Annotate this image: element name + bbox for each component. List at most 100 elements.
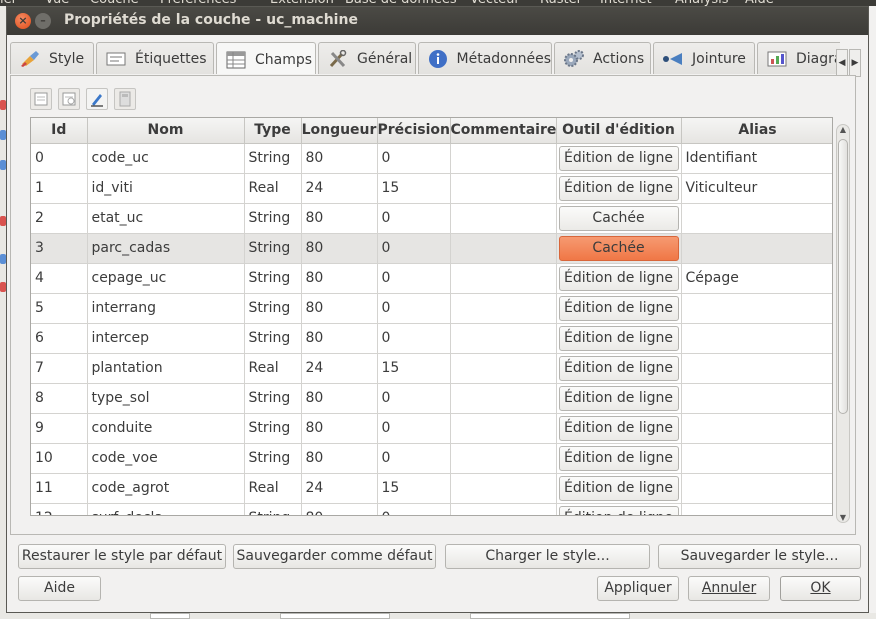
column-header-edit-widget[interactable]: Outil d'édition: [556, 118, 682, 144]
tab-style[interactable]: Style: [10, 42, 94, 74]
cell-alias[interactable]: Identifiant: [681, 143, 832, 174]
cell-precision[interactable]: 0: [377, 443, 451, 474]
column-header-name[interactable]: Nom: [87, 118, 245, 144]
cell-id[interactable]: 6: [31, 323, 88, 354]
cell-alias[interactable]: [681, 323, 832, 354]
cell-id[interactable]: 3: [31, 233, 88, 264]
cell-id[interactable]: 4: [31, 263, 88, 294]
cell-precision[interactable]: 0: [377, 383, 451, 414]
edit-widget-button[interactable]: Édition de ligne: [558, 145, 679, 171]
cell-name[interactable]: cepage_uc: [87, 263, 245, 294]
cell-alias[interactable]: [681, 413, 832, 444]
edit-widget-button[interactable]: Cachée: [558, 205, 679, 231]
cell-name[interactable]: code_voe: [87, 443, 245, 474]
cell-type[interactable]: String: [244, 443, 302, 474]
cell-length[interactable]: 80: [301, 233, 378, 264]
cell-comment[interactable]: [450, 263, 557, 294]
cell-alias[interactable]: [681, 353, 832, 384]
cell-alias[interactable]: [681, 233, 832, 264]
cell-comment[interactable]: [450, 443, 557, 474]
table-row[interactable]: 5 interrang String 80 0 Édition de ligne: [31, 293, 832, 324]
cell-precision[interactable]: 0: [377, 503, 451, 515]
cell-alias[interactable]: Cépage: [681, 263, 832, 294]
table-row[interactable]: 1 id_viti Real 24 15 Édition de ligne Viticult…: [31, 173, 832, 204]
cell-type[interactable]: String: [244, 203, 302, 234]
help-button[interactable]: Aide: [18, 576, 101, 601]
minimize-window-button[interactable]: –: [35, 13, 51, 29]
cell-type[interactable]: String: [244, 323, 302, 354]
close-window-button[interactable]: ×: [15, 13, 31, 29]
cell-comment[interactable]: [450, 413, 557, 444]
apply-button[interactable]: Appliquer: [597, 576, 679, 601]
edit-widget-button[interactable]: Édition de ligne: [558, 445, 679, 471]
edit-widget-button[interactable]: Édition de ligne: [558, 265, 679, 291]
cell-name[interactable]: surf_decla: [87, 503, 245, 515]
cell-id[interactable]: 9: [31, 413, 88, 444]
cell-precision[interactable]: 0: [377, 233, 451, 264]
cell-alias[interactable]: [681, 473, 832, 504]
cell-id[interactable]: 0: [31, 143, 88, 174]
cell-id[interactable]: 2: [31, 203, 88, 234]
cell-precision[interactable]: 0: [377, 323, 451, 354]
cell-alias[interactable]: [681, 443, 832, 474]
cell-type[interactable]: String: [244, 143, 302, 174]
cell-length[interactable]: 24: [301, 473, 378, 504]
tab-diagrams[interactable]: Diagra: [757, 42, 840, 74]
cell-type[interactable]: String: [244, 383, 302, 414]
cell-id[interactable]: 12: [31, 503, 88, 515]
table-row[interactable]: 3 parc_cadas String 80 0 Cachée: [31, 233, 832, 264]
new-field-icon[interactable]: [30, 88, 52, 110]
cell-comment[interactable]: [450, 323, 557, 354]
cell-alias[interactable]: [681, 203, 832, 234]
edit-widget-button[interactable]: Édition de ligne: [558, 295, 679, 321]
cell-id[interactable]: 7: [31, 353, 88, 384]
cell-comment[interactable]: [450, 353, 557, 384]
table-row[interactable]: 11 code_agrot Real 24 15 Édition de ligne: [31, 473, 832, 504]
cell-type[interactable]: String: [244, 233, 302, 264]
save-as-default-button[interactable]: Sauvegarder comme défaut: [233, 544, 436, 569]
cell-length[interactable]: 80: [301, 383, 378, 414]
cell-length[interactable]: 80: [301, 323, 378, 354]
cell-comment[interactable]: [450, 503, 557, 515]
scrollbar-thumb[interactable]: [838, 139, 848, 414]
table-row[interactable]: 10 code_voe String 80 0 Édition de ligne: [31, 443, 832, 474]
tab-join[interactable]: Jointure: [653, 42, 755, 74]
column-header-id[interactable]: Id: [31, 118, 88, 144]
table-row[interactable]: 12surf_declaString800 Édition de ligne: [31, 503, 832, 515]
load-style-button[interactable]: Charger le style...: [445, 544, 650, 569]
edit-widget-button[interactable]: Édition de ligne: [558, 175, 679, 201]
cell-name[interactable]: intercep: [87, 323, 245, 354]
cell-id[interactable]: 11: [31, 473, 88, 504]
delete-field-icon[interactable]: [58, 88, 80, 110]
column-header-comment[interactable]: Commentaire: [450, 118, 557, 144]
cell-precision[interactable]: 15: [377, 353, 451, 384]
cell-length[interactable]: 80: [301, 293, 378, 324]
cell-name[interactable]: id_viti: [87, 173, 245, 204]
scroll-up-arrow-icon[interactable]: ▲: [837, 125, 849, 134]
cell-name[interactable]: interrang: [87, 293, 245, 324]
tab-fields[interactable]: Champs: [216, 42, 316, 74]
tab-scroll-right-button[interactable]: ▶: [849, 49, 861, 77]
table-row[interactable]: 7 plantation Real 24 15 Édition de ligne: [31, 353, 832, 384]
cell-id[interactable]: 10: [31, 443, 88, 474]
table-row[interactable]: 4 cepage_uc String 80 0 Édition de ligne Cépag…: [31, 263, 832, 294]
tab-metadata[interactable]: Métadonnées: [418, 42, 552, 74]
cell-type[interactable]: Real: [244, 473, 302, 504]
tab-general[interactable]: Général: [318, 42, 416, 74]
column-header-precision[interactable]: Précision: [377, 118, 451, 144]
table-row[interactable]: 6 intercep String 80 0 Édition de ligne: [31, 323, 832, 354]
cell-name[interactable]: etat_uc: [87, 203, 245, 234]
cell-length[interactable]: 24: [301, 173, 378, 204]
cell-name[interactable]: code_agrot: [87, 473, 245, 504]
cell-type[interactable]: String: [244, 503, 302, 515]
cell-length[interactable]: 80: [301, 263, 378, 294]
toggle-editing-icon[interactable]: [86, 88, 108, 110]
cell-type[interactable]: Real: [244, 353, 302, 384]
cancel-button[interactable]: Annuler: [688, 576, 770, 601]
cell-name[interactable]: parc_cadas: [87, 233, 245, 264]
edit-widget-button[interactable]: Cachée: [558, 235, 679, 261]
edit-widget-button[interactable]: Édition de ligne: [558, 505, 679, 515]
cell-precision[interactable]: 0: [377, 263, 451, 294]
cell-id[interactable]: 5: [31, 293, 88, 324]
cell-length[interactable]: 24: [301, 353, 378, 384]
